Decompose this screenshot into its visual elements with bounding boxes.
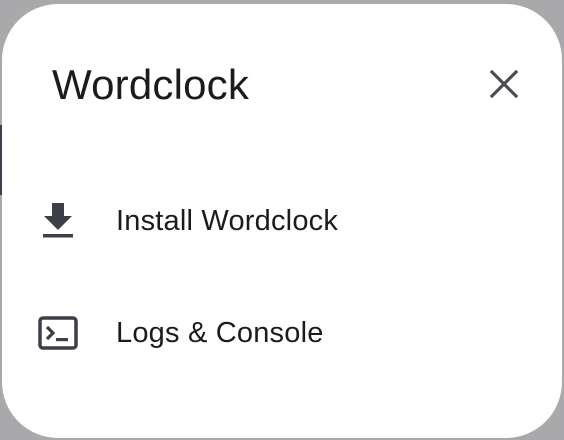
dialog-title: Wordclock xyxy=(52,61,250,108)
logs-console-label: Logs & Console xyxy=(116,316,324,349)
logs-console-item[interactable]: Logs & Console xyxy=(32,298,532,368)
close-button[interactable] xyxy=(486,66,522,102)
terminal-icon xyxy=(34,309,82,357)
install-wordclock-label: Install Wordclock xyxy=(116,204,339,237)
wordclock-dialog: Wordclock Install Wordclock Logs & Conso… xyxy=(2,4,562,438)
install-wordclock-item[interactable]: Install Wordclock xyxy=(32,186,532,256)
download-icon xyxy=(34,197,82,245)
close-icon xyxy=(489,69,519,99)
